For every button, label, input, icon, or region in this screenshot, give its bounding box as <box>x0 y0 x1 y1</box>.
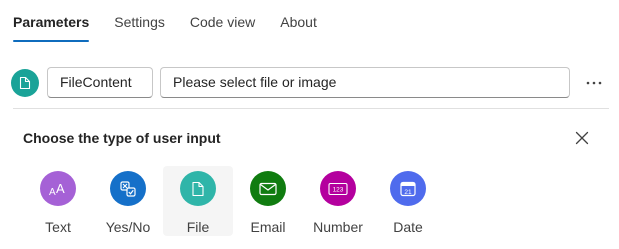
calendar-icon: 21 <box>390 171 426 206</box>
option-date[interactable]: 21 Date <box>373 166 443 236</box>
option-file-label: File <box>186 219 210 235</box>
option-date-label: Date <box>393 219 423 235</box>
parameter-type-badge <box>11 69 39 97</box>
option-number[interactable]: 123 Number <box>303 166 373 236</box>
file-icon <box>180 171 216 206</box>
tab-about[interactable]: About <box>280 0 317 44</box>
option-email-label: Email <box>250 219 286 235</box>
mail-icon <box>250 171 286 206</box>
option-text[interactable]: A A Text <box>23 166 93 236</box>
option-email[interactable]: Email <box>233 166 303 236</box>
chooser-title: Choose the type of user input <box>23 130 221 146</box>
svg-text:123: 123 <box>333 186 344 193</box>
parameter-name-field[interactable]: FileContent <box>47 67 153 98</box>
parameter-value-field[interactable]: Please select file or image <box>160 67 570 98</box>
tab-code-view[interactable]: Code view <box>190 0 255 44</box>
option-yes-no-label: Yes/No <box>105 219 151 235</box>
yes-no-icon <box>110 171 146 206</box>
number-icon: 123 <box>320 171 356 206</box>
option-text-label: Text <box>45 219 71 235</box>
tab-parameters[interactable]: Parameters <box>13 0 90 44</box>
option-number-label: Number <box>313 219 363 235</box>
option-yes-no[interactable]: Yes/No <box>93 166 163 236</box>
text-icon: A A <box>40 171 76 206</box>
file-icon <box>19 76 31 90</box>
more-icon <box>586 81 602 85</box>
tab-settings[interactable]: Settings <box>114 0 165 44</box>
tab-bar: Parameters Settings Code view About <box>13 0 342 44</box>
close-button[interactable] <box>572 128 592 148</box>
close-icon <box>575 131 589 145</box>
svg-text:A: A <box>56 181 65 196</box>
divider <box>13 108 609 109</box>
more-options-button[interactable] <box>580 70 608 96</box>
option-file[interactable]: File <box>163 166 233 236</box>
svg-text:21: 21 <box>404 188 412 195</box>
svg-text:A: A <box>49 187 56 197</box>
